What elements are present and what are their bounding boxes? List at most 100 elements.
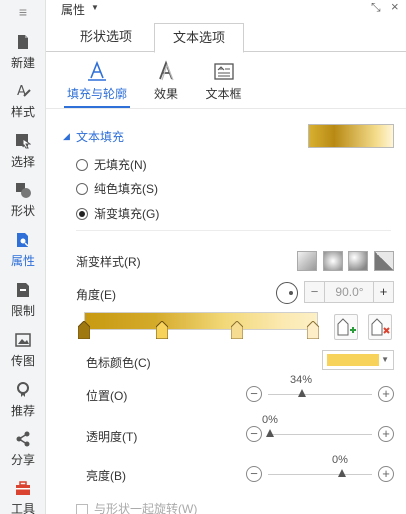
brightness-label: 亮度(B)	[86, 469, 126, 483]
gradient-style-linear-button[interactable]	[297, 251, 317, 271]
collapse-icon[interactable]: ≡	[14, 5, 32, 20]
gradient-stop-2[interactable]	[156, 321, 168, 339]
subtab-textbox[interactable]: 文本框	[201, 60, 246, 102]
recommend-icon	[17, 382, 29, 397]
sidebar-item-upload-image[interactable]: 传图	[0, 326, 46, 376]
gradient-stop-4[interactable]	[307, 321, 319, 339]
dropdown-arrow-icon: ▼	[381, 355, 389, 364]
radio-button[interactable]	[76, 182, 88, 195]
decrease-button[interactable]: −	[246, 466, 262, 482]
section-title[interactable]: 文本填充	[76, 128, 124, 145]
gradient-style-path-button[interactable]	[374, 251, 394, 271]
sidebar-item-label: 推荐	[10, 404, 35, 418]
limit-icon	[17, 283, 29, 297]
color-swatch	[327, 354, 379, 366]
properties-panel: 属性 ▼ ⤡ × 形状选项 文本选项 填充与轮廓 效果 文本框 ◢ 文本填充 无…	[46, 0, 406, 514]
radio-button[interactable]	[76, 158, 88, 171]
sidebar-item-style[interactable]: A 样式	[0, 77, 46, 127]
slider-thumb[interactable]	[298, 389, 306, 397]
close-icon[interactable]: ×	[391, 0, 399, 14]
sidebar-item-recommend[interactable]: 推荐	[0, 376, 46, 426]
slider-track[interactable]	[268, 434, 372, 435]
svg-text:A: A	[17, 84, 26, 99]
left-sidebar: ≡ 新建 A 样式 选择 形状 属性 限制 传图 推荐 分享 工具	[0, 0, 46, 514]
decrease-button[interactable]: −	[246, 386, 262, 402]
brightness-value: 0%	[332, 454, 348, 466]
subtab-label: 文本框	[205, 87, 242, 101]
caret-down-icon[interactable]: ▼	[91, 3, 99, 12]
increase-button[interactable]: +	[378, 386, 394, 402]
decrease-button[interactable]: −	[305, 282, 325, 302]
slider-track[interactable]	[268, 394, 372, 395]
properties-icon	[17, 233, 29, 247]
sidebar-item-tools[interactable]: 工具	[0, 474, 46, 514]
slider-thumb[interactable]	[266, 429, 274, 437]
gradient-style-label: 渐变样式(R)	[76, 255, 141, 269]
sidebar-item-share[interactable]: 分享	[0, 425, 46, 475]
transparency-label: 透明度(T)	[86, 430, 138, 444]
sidebar-item-label: 工具	[10, 502, 35, 514]
radio-button[interactable]	[76, 207, 88, 220]
gradient-style-radial-button[interactable]	[323, 251, 343, 271]
radio-label: 渐变填充(G)	[94, 207, 160, 221]
delete-stop-icon	[371, 318, 390, 336]
panel-title-bar: 属性 ▼ ⤡ ×	[46, 0, 406, 20]
sidebar-item-label: 选择	[10, 155, 35, 169]
pin-icon[interactable]: ⤡	[371, 0, 381, 15]
sidebar-item-label: 分享	[10, 453, 35, 467]
subtab-effects[interactable]: 效果	[146, 60, 186, 102]
sidebar-item-new[interactable]: 新建	[0, 28, 46, 78]
tab-text-options[interactable]: 文本选项	[154, 23, 244, 53]
sidebar-item-label: 新建	[10, 56, 35, 70]
angle-dial[interactable]	[276, 282, 298, 304]
increase-button[interactable]: +	[378, 466, 394, 482]
radio-gradient-fill[interactable]: 渐变填充(G)	[76, 205, 159, 223]
text-fill-preview[interactable]	[308, 124, 394, 148]
brightness-slider[interactable]: − 0% +	[246, 454, 394, 485]
transparency-slider[interactable]: − 0% +	[246, 414, 394, 445]
increase-button[interactable]: +	[378, 426, 394, 442]
add-stop-icon	[337, 318, 356, 336]
angle-spinner[interactable]: − 90.0° +	[304, 281, 394, 303]
increase-button[interactable]: +	[373, 282, 393, 302]
stop-color-dropdown[interactable]: ▼	[322, 350, 394, 370]
position-value: 34%	[290, 374, 313, 386]
gradient-style-rectangular-button[interactable]	[348, 251, 368, 271]
subtab-fill-outline[interactable]: 填充与轮廓	[62, 60, 132, 102]
position-slider[interactable]: − 34% +	[246, 374, 394, 405]
text-fill-icon	[88, 60, 106, 81]
share-icon	[16, 431, 30, 447]
gradient-stop-3[interactable]	[231, 321, 243, 339]
checkbox[interactable]	[76, 503, 88, 514]
gradient-bar[interactable]	[84, 312, 318, 330]
panel-title[interactable]: 属性	[61, 1, 85, 18]
rotate-with-shape-checkbox[interactable]: 与形状一起旋转(W)	[76, 500, 197, 514]
radio-no-fill[interactable]: 无填充(N)	[76, 156, 147, 174]
tab-shape-options[interactable]: 形状选项	[66, 23, 146, 52]
toolbox-icon	[16, 481, 30, 495]
shape-icon	[16, 183, 31, 198]
stop-color-label: 色标颜色(C)	[86, 356, 151, 370]
add-gradient-stop-button[interactable]	[334, 314, 358, 340]
slider-thumb[interactable]	[338, 469, 346, 477]
radio-solid-fill[interactable]: 纯色填充(S)	[76, 180, 158, 198]
sidebar-item-shape[interactable]: 形状	[0, 176, 46, 226]
sidebar-item-label: 传图	[10, 354, 35, 368]
sidebar-item-label: 样式	[10, 105, 35, 119]
text-effect-icon	[159, 60, 174, 81]
slider-track[interactable]	[268, 474, 372, 475]
new-file-icon	[18, 35, 28, 49]
angle-value[interactable]: 90.0°	[326, 282, 373, 302]
textbox-icon	[213, 63, 234, 80]
sidebar-item-label: 属性	[10, 254, 35, 268]
sidebar-item-select[interactable]: 选择	[0, 127, 46, 177]
delete-gradient-stop-button[interactable]	[368, 314, 392, 340]
collapse-caret-icon[interactable]: ◢	[63, 131, 70, 142]
sidebar-item-limit[interactable]: 限制	[0, 276, 46, 326]
sidebar-item-label: 限制	[10, 304, 35, 318]
gradient-stop-1[interactable]	[78, 321, 90, 339]
sidebar-item-properties[interactable]: 属性	[0, 226, 46, 276]
angle-label: 角度(E)	[76, 288, 116, 302]
decrease-button[interactable]: −	[246, 426, 262, 442]
checkbox-label: 与形状一起旋转(W)	[94, 502, 198, 514]
